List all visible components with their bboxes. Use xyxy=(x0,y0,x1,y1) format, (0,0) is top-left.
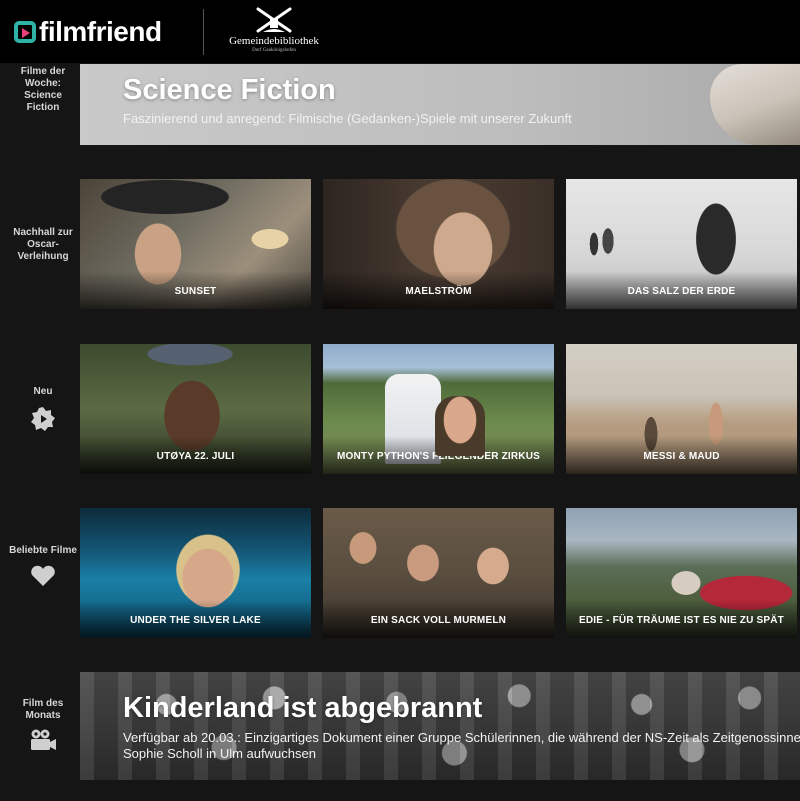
movie-tile[interactable]: MESSI & MAUD xyxy=(566,344,797,474)
filmfriend-logo[interactable]: filmfriend xyxy=(14,18,162,46)
movie-title: MAELSTRÖM xyxy=(405,286,472,297)
movie-tile[interactable]: UTØYA 22. JULI xyxy=(80,344,311,474)
heart-icon xyxy=(8,565,78,587)
film-camera-icon xyxy=(8,728,78,752)
movie-tile[interactable]: EDIE - FÜR TRÄUME IST ES NIE ZU SPÄT xyxy=(566,508,797,638)
top-header: filmfriend Gemeindebibliothek Dorf Gaukö… xyxy=(0,0,800,63)
library-logo[interactable]: Gemeindebibliothek Dorf Gaukönigshofen xyxy=(222,6,326,58)
header-divider xyxy=(203,9,204,55)
movie-title: SUNSET xyxy=(174,286,217,297)
logo-text: filmfriend xyxy=(39,16,162,47)
movie-title: MESSI & MAUD xyxy=(643,451,720,462)
movie-title: UTØYA 22. JULI xyxy=(156,451,235,462)
section-label-film-des-monats: Film des Monats xyxy=(22,698,64,721)
section-label-nachhall: Nachhall zur Oscar-Verleihung xyxy=(13,227,73,262)
film-des-monats-title: Kinderland ist abgebrannt xyxy=(123,692,483,724)
movie-tile[interactable]: EIN SACK VOLL MURMELN xyxy=(323,508,554,638)
movie-title: EDIE - FÜR TRÄUME IST ES NIE ZU SPÄT xyxy=(579,615,784,626)
movie-tile[interactable]: SUNSET xyxy=(80,179,311,309)
play-logo-icon xyxy=(14,21,36,43)
section-label-filme-der-woche: Filme der Woche: Science Fiction xyxy=(20,66,66,113)
movie-tile[interactable]: MAELSTRÖM xyxy=(323,179,554,309)
movie-title: MONTY PYTHON'S FLIEGENDER ZIRKUS xyxy=(336,451,541,462)
movie-title: DAS SALZ DER ERDE xyxy=(627,286,736,297)
gear-badge-icon xyxy=(8,406,78,432)
movie-title: UNDER THE SILVER LAKE xyxy=(130,615,261,626)
library-name: Gemeindebibliothek xyxy=(229,35,319,47)
windmill-icon xyxy=(256,7,292,33)
library-subtitle: Dorf Gaukönigshofen xyxy=(252,48,296,53)
featured-banner-science-fiction[interactable]: Science Fiction Faszinierend und anregen… xyxy=(80,64,800,145)
film-des-monats-banner[interactable]: Kinderland ist abgebrannt Verfügbar ab 2… xyxy=(80,672,800,780)
section-beliebte-filme: Beliebte Filme xyxy=(8,545,78,587)
movie-title: EIN SACK VOLL MURMELN xyxy=(370,615,507,626)
banner-image xyxy=(710,64,800,145)
film-des-monats-description: Verfügbar ab 20.03.: Einzigartiges Dokum… xyxy=(123,730,800,761)
section-label-beliebte-filme: Beliebte Filme xyxy=(9,545,77,556)
movie-tile[interactable]: UNDER THE SILVER LAKE xyxy=(80,508,311,638)
section-neu: Neu xyxy=(8,386,78,432)
featured-title: Science Fiction xyxy=(123,74,336,106)
featured-subtitle: Faszinierend und anregend: Filmische (Ge… xyxy=(123,111,572,126)
movie-tile[interactable]: MONTY PYTHON'S FLIEGENDER ZIRKUS xyxy=(323,344,554,474)
section-label-neu: Neu xyxy=(33,386,53,397)
section-film-des-monats: Film des Monats xyxy=(8,698,78,752)
movie-tile[interactable]: DAS SALZ DER ERDE xyxy=(566,179,797,309)
